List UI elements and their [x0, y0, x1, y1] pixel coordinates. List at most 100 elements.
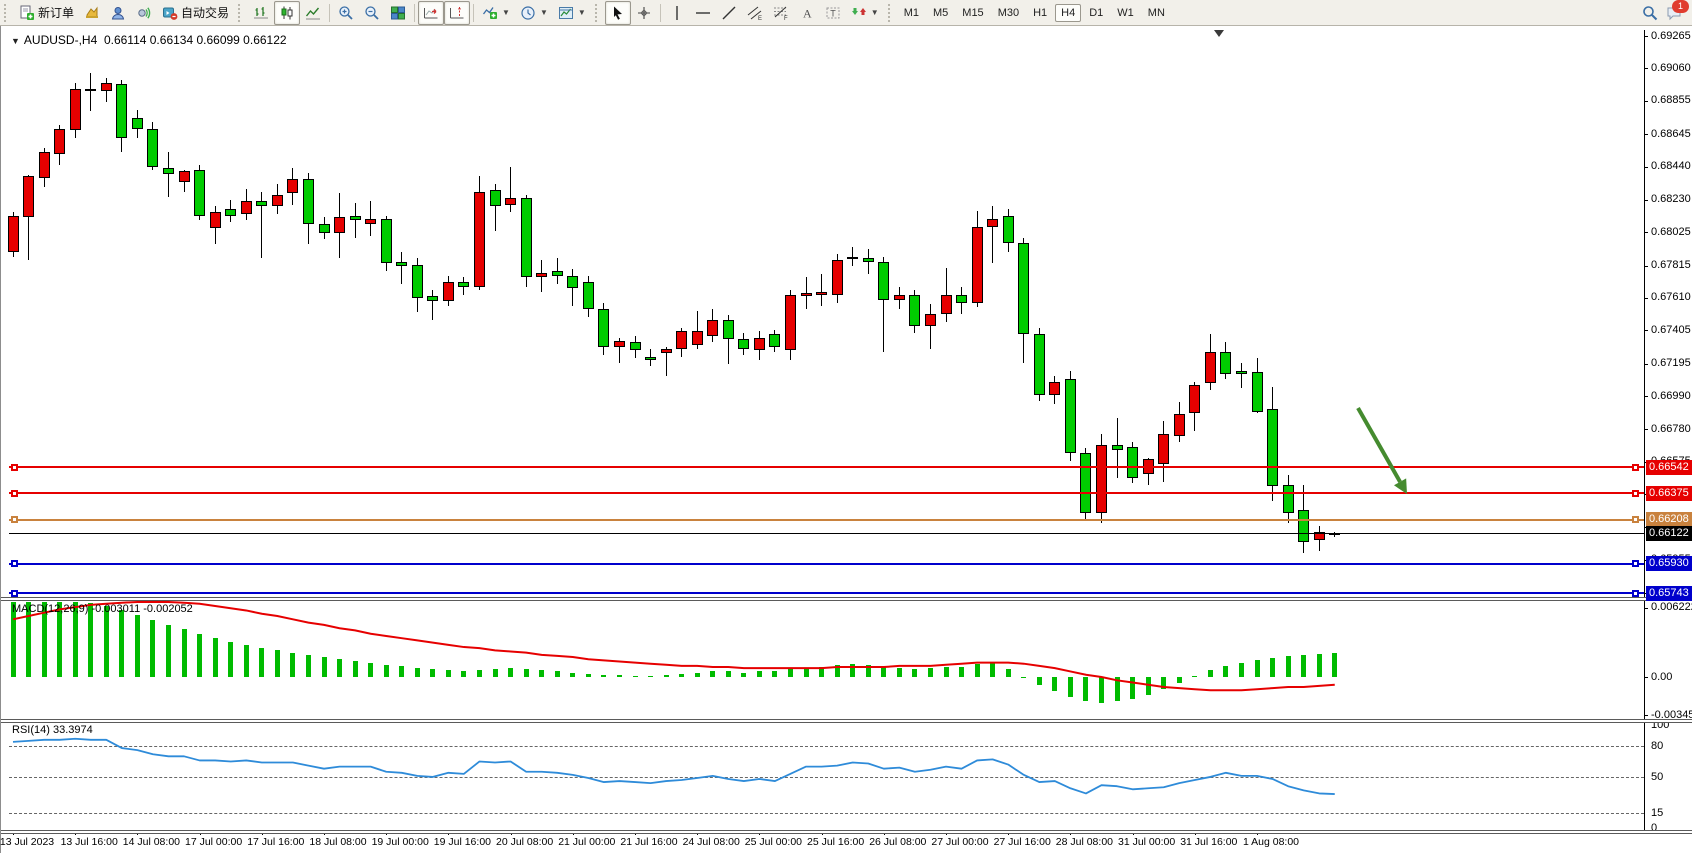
line-handle[interactable] [1632, 516, 1639, 523]
toolbar-grip[interactable] [888, 4, 895, 22]
chart-shift-button[interactable] [444, 1, 470, 25]
macd-histogram-bar [586, 674, 591, 677]
tile-windows-button[interactable] [385, 1, 411, 25]
search-icon[interactable] [1642, 5, 1658, 21]
trendline-icon [721, 5, 737, 21]
horizontal-line-object[interactable] [9, 519, 1644, 521]
line-handle[interactable] [11, 560, 18, 567]
horizontal-line-object[interactable] [9, 492, 1644, 494]
new-order-button[interactable]: 新订单 [14, 1, 79, 25]
timeframe-button-m30[interactable]: M30 [992, 4, 1025, 22]
price-tick-label: 0.68025 [1651, 226, 1691, 238]
tile-windows-icon [390, 5, 406, 21]
panel-separator-macd-rsi[interactable] [1, 719, 1692, 723]
line-handle[interactable] [11, 516, 18, 523]
svg-text:T: T [830, 8, 836, 18]
fibonacci-tool-button[interactable]: F [768, 1, 794, 25]
notifications-button[interactable]: 1 [1666, 5, 1682, 21]
timeframe-button-w1[interactable]: W1 [1111, 4, 1140, 22]
collapse-triangle-icon[interactable]: ▼ [11, 36, 20, 46]
rsi-tick-label: 80 [1651, 740, 1663, 752]
timeframe-button-h1[interactable]: H1 [1027, 4, 1053, 22]
price-tick-label: 0.67405 [1651, 324, 1691, 336]
timeframe-button-mn[interactable]: MN [1142, 4, 1171, 22]
cursor-tool-button[interactable] [605, 1, 631, 25]
candle-body [692, 331, 703, 345]
signals-button[interactable] [131, 1, 157, 25]
candle-body [210, 212, 221, 228]
auto-scroll-button[interactable] [418, 1, 444, 25]
candlestick-chart-button[interactable] [274, 1, 300, 25]
candle-wick [821, 274, 822, 306]
panel-separator-main-macd[interactable] [1, 597, 1692, 601]
candle-body [85, 89, 96, 91]
macd-histogram-bar [726, 671, 731, 677]
crosshair-tool-button[interactable] [631, 1, 657, 25]
line-handle[interactable] [1632, 490, 1639, 497]
arrow-annotation[interactable] [1, 26, 1692, 853]
timeframe-button-m1[interactable]: M1 [898, 4, 925, 22]
candle-body [785, 295, 796, 350]
channel-tool-button[interactable]: E [742, 1, 768, 25]
time-tick-label: 24 Jul 08:00 [683, 836, 740, 848]
candle-body [334, 217, 345, 233]
candle-body [707, 320, 718, 336]
timeframe-button-h4[interactable]: H4 [1055, 4, 1081, 22]
panel-separator-rsi-timeaxis[interactable] [1, 830, 1692, 834]
arrows-tool-button[interactable]: ▼ [846, 1, 884, 25]
candle-body [70, 89, 81, 130]
new-order-label: 新订单 [38, 4, 74, 21]
price-tick [1644, 429, 1648, 430]
macd-histogram-bar [213, 638, 218, 677]
line-price-badge: 0.66375 [1646, 486, 1692, 501]
text-label-tool-button[interactable]: T [820, 1, 846, 25]
toolbar-grip[interactable] [238, 4, 245, 22]
market-watch-button[interactable] [79, 1, 105, 25]
macd-histogram-bar [430, 669, 435, 677]
horizontal-line-object[interactable] [9, 466, 1644, 468]
time-tick-label: 13 Jul 16:00 [61, 836, 118, 848]
rsi-indicator-label: RSI(14) 33.3974 [12, 724, 93, 736]
navigator-button[interactable] [105, 1, 131, 25]
dropdown-caret: ▼ [871, 8, 879, 17]
line-chart-button[interactable] [300, 1, 326, 25]
bar-chart-button[interactable] [248, 1, 274, 25]
line-handle[interactable] [1632, 464, 1639, 471]
line-handle[interactable] [11, 590, 18, 597]
candle-body [863, 258, 874, 261]
horizontal-line-object[interactable] [9, 592, 1644, 594]
timeframe-button-m5[interactable]: M5 [927, 4, 954, 22]
timeframe-button-d1[interactable]: D1 [1083, 4, 1109, 22]
templates-button[interactable]: ▼ [553, 1, 591, 25]
chart-canvas[interactable]: ▼AUDUSD-,H4 0.66114 0.66134 0.66099 0.66… [1, 26, 1692, 853]
timeframe-button-m15[interactable]: M15 [956, 4, 989, 22]
time-tick-label: 19 Jul 16:00 [434, 836, 491, 848]
line-handle[interactable] [11, 490, 18, 497]
periods-button[interactable]: ▼ [515, 1, 553, 25]
auto-trading-button[interactable]: 自动交易 [157, 1, 234, 25]
text-tool-button[interactable]: A [794, 1, 820, 25]
line-price-badge: 0.66542 [1646, 460, 1692, 475]
price-tick [1644, 330, 1648, 331]
zoom-in-button[interactable] [333, 1, 359, 25]
horizontal-line-tool-button[interactable] [690, 1, 716, 25]
line-handle[interactable] [11, 464, 18, 471]
chart-shift-marker[interactable] [1214, 30, 1224, 37]
line-price-badge: 0.65743 [1646, 586, 1692, 601]
toolbar-grip[interactable] [4, 4, 11, 22]
trendline-tool-button[interactable] [716, 1, 742, 25]
macd-histogram-bar [182, 629, 187, 677]
indicators-icon [482, 5, 498, 21]
vertical-line-tool-button[interactable] [664, 1, 690, 25]
line-handle[interactable] [1632, 590, 1639, 597]
horizontal-line-object[interactable] [9, 563, 1644, 565]
macd-histogram-bar [1130, 677, 1135, 699]
line-handle[interactable] [1632, 560, 1639, 567]
toolbar-grip[interactable] [595, 4, 602, 22]
candle-body [972, 227, 983, 303]
indicators-button[interactable]: ▼ [477, 1, 515, 25]
zoom-out-button[interactable] [359, 1, 385, 25]
candle-body [769, 334, 780, 347]
candle-body [412, 265, 423, 298]
new-order-icon [19, 5, 35, 21]
